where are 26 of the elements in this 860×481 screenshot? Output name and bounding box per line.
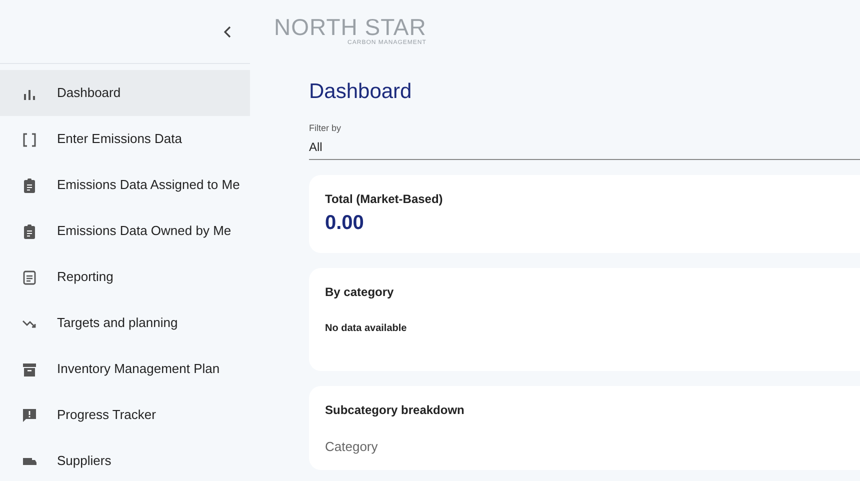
empty-message: No data available [325,322,408,336]
clipboard-icon [22,224,37,238]
card-title: By category [325,284,395,301]
logo-wordmark: NORTH STAR [274,16,426,39]
sidebar-item[interactable]: Targets and planning [0,300,250,346]
total-value: 0.00 [325,211,365,236]
sidebar-item[interactable]: Emissions Data Owned by Me [0,208,250,254]
brackets-icon [22,132,37,146]
page-title: Dashboard [309,79,413,105]
filter-select[interactable]: All [309,136,860,160]
collapse-chevron-icon[interactable] [224,26,232,38]
sidebar-item[interactable]: Dashboard [0,70,250,116]
filter-label: Filter by [309,122,342,135]
sidebar-item[interactable]: Progress Tracker [0,392,250,438]
sidebar-item[interactable]: Emissions Data Assigned to Me [0,162,250,208]
sidebar-item[interactable]: Inventory Management Plan [0,346,250,392]
sidebar-item[interactable]: Enter Emissions Data [0,116,250,162]
card-title: Subcategory breakdown [325,402,466,419]
document-icon [22,270,37,284]
archive-box-icon [22,362,37,376]
sidebar-item[interactable]: Reporting [0,254,250,300]
card-title: Total (Market-Based) [325,191,444,208]
sidebar-item[interactable]: Suppliers [0,438,250,481]
field-label: Category [325,439,379,455]
clipboard-icon [22,178,37,192]
alert-message-icon [22,408,37,422]
